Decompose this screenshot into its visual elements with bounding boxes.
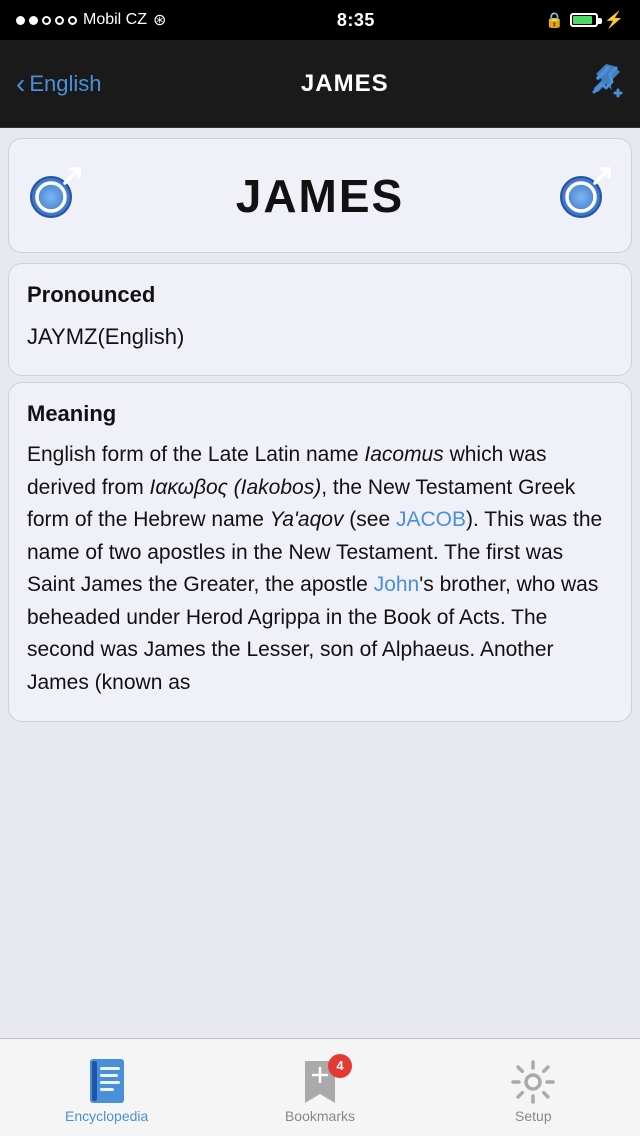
signal-dot-3 <box>42 16 51 25</box>
meaning-card: Meaning English form of the Late Latin n… <box>8 382 632 722</box>
meaning-italic-2: Ιακωβος (Iakobos) <box>150 476 322 499</box>
pronunciation-heading: Pronounced <box>27 282 613 308</box>
tab-setup[interactable]: Setup <box>427 1052 640 1124</box>
setup-tab-label: Setup <box>515 1108 552 1124</box>
pin-plus-icon <box>588 62 624 98</box>
meaning-text-4: (see <box>343 508 396 531</box>
gender-icon-left <box>25 159 85 232</box>
setup-icon <box>511 1060 555 1104</box>
carrier-label: Mobil CZ <box>83 11 147 29</box>
back-button[interactable]: ‹ English <box>16 70 101 98</box>
main-content: JAMES Pronounced JAYMZ(English) M <box>0 128 640 1038</box>
tab-encyclopedia[interactable]: Encyclopedia <box>0 1052 213 1124</box>
pronunciation-card: Pronounced JAYMZ(English) <box>8 263 632 376</box>
nav-title: JAMES <box>301 70 389 98</box>
john-link[interactable]: John <box>374 573 420 596</box>
chevron-left-icon: ‹ <box>16 70 25 98</box>
pronunciation-value: JAYMZ(English) <box>27 320 613 353</box>
battery-fill <box>573 16 592 24</box>
name-card: JAMES <box>8 138 632 253</box>
meaning-heading: Meaning <box>27 401 613 427</box>
encyclopedia-icon <box>85 1060 129 1104</box>
battery-icon <box>570 13 598 27</box>
name-display: JAMES <box>85 169 555 223</box>
jacob-link[interactable]: JACOB <box>396 508 466 531</box>
lock-icon: 🔒 <box>545 11 564 29</box>
wifi-icon: ⊛ <box>153 10 166 30</box>
nav-bar: ‹ English JAMES <box>0 40 640 128</box>
meaning-italic-3: Ya'aqov <box>270 508 344 531</box>
meaning-italic-1: Iacomus <box>364 443 443 466</box>
encyclopedia-tab-label: Encyclopedia <box>65 1108 148 1124</box>
signal-dot-2 <box>29 16 38 25</box>
meaning-body: English form of the Late Latin name Iaco… <box>27 439 613 699</box>
signal-dot-4 <box>55 16 64 25</box>
status-left: Mobil CZ ⊛ <box>16 10 166 30</box>
gender-icon-right <box>555 159 615 232</box>
signal-dot-1 <box>16 16 25 25</box>
bookmarks-tab-label: Bookmarks <box>285 1108 355 1124</box>
charging-icon: ⚡ <box>604 10 624 30</box>
add-bookmark-button[interactable] <box>588 62 624 105</box>
tab-bar: Encyclopedia 4 Bookmarks <box>0 1038 640 1136</box>
meaning-text-1: English form of the Late Latin name <box>27 443 364 466</box>
bookmarks-badge: 4 <box>328 1054 352 1078</box>
status-time: 8:35 <box>337 10 375 31</box>
tab-bookmarks[interactable]: 4 Bookmarks <box>213 1052 426 1124</box>
back-label[interactable]: English <box>29 71 101 97</box>
status-bar: Mobil CZ ⊛ 8:35 🔒 ⚡ <box>0 0 640 40</box>
bookmarks-icon: 4 <box>298 1060 342 1104</box>
status-right: 🔒 ⚡ <box>545 10 624 30</box>
signal-dot-5 <box>68 16 77 25</box>
signal-dots <box>16 16 77 25</box>
